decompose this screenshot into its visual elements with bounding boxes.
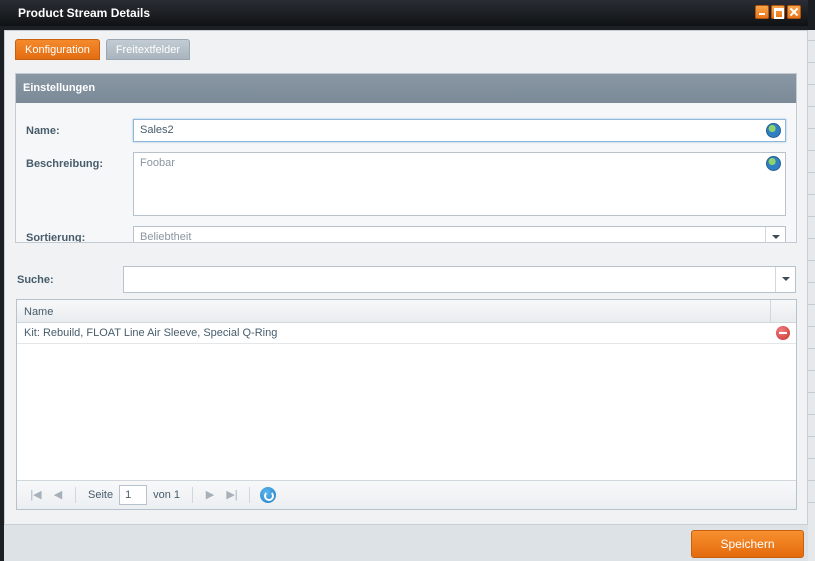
name-value: Sales2	[140, 124, 174, 136]
toolbar-separator	[249, 487, 250, 503]
background-top	[808, 0, 815, 30]
chevron-down-icon[interactable]	[775, 267, 795, 292]
pagination-toolbar: |◀ ◀ Seite 1 von 1 ▶ ▶|	[17, 480, 796, 509]
settings-fieldset: Einstellungen Name: Sales2 Beschreibung:…	[15, 73, 797, 243]
window-title: Product Stream Details	[18, 6, 151, 20]
globe-icon[interactable]	[766, 156, 781, 171]
window-footer: Speichern	[4, 524, 808, 561]
refresh-icon[interactable]	[260, 487, 276, 503]
window-controls	[755, 5, 801, 19]
maximize-button[interactable]	[771, 5, 785, 19]
window-content: Konfiguration Freitextfelder Einstellung…	[4, 30, 808, 561]
sort-value: Beliebtheit	[140, 231, 192, 243]
column-divider	[770, 300, 771, 323]
toolbar-separator	[192, 487, 193, 503]
background-panel	[808, 0, 815, 561]
chevron-down-icon[interactable]	[765, 227, 785, 242]
toolbar-separator	[75, 487, 76, 503]
save-button[interactable]: Speichern	[691, 530, 804, 558]
row-name: Kit: Rebuild, FLOAT Line Air Sleeve, Spe…	[24, 327, 278, 339]
minimize-button[interactable]	[755, 5, 769, 19]
description-label: Beschreibung:	[26, 158, 104, 170]
tab-bar: Konfiguration Freitextfelder	[15, 39, 191, 60]
name-field[interactable]: Sales2	[133, 119, 786, 142]
name-label: Name:	[26, 125, 60, 137]
column-header-name[interactable]: Name	[24, 306, 53, 318]
last-page-icon[interactable]: ▶|	[221, 486, 243, 504]
first-page-icon[interactable]: |◀	[25, 486, 47, 504]
description-field[interactable]: Foobar	[133, 152, 786, 216]
table-row[interactable]: Kit: Rebuild, FLOAT Line Air Sleeve, Spe…	[17, 323, 796, 344]
page-number-input[interactable]: 1	[119, 485, 148, 505]
previous-page-icon[interactable]: ◀	[47, 486, 69, 504]
page-total-label: von 1	[153, 489, 180, 501]
grid-header: Name	[17, 300, 796, 323]
product-stream-window: Product Stream Details Konfiguration Fre…	[0, 0, 808, 561]
sort-label: Sortierung:	[26, 232, 86, 243]
product-grid: Name Kit: Rebuild, FLOAT Line Air Sleeve…	[16, 299, 797, 510]
close-button[interactable]	[787, 5, 801, 19]
search-label: Suche:	[17, 274, 54, 286]
search-input[interactable]	[123, 266, 796, 293]
settings-header: Einstellungen	[16, 74, 796, 103]
globe-icon[interactable]	[766, 123, 781, 138]
delete-icon[interactable]	[776, 326, 790, 340]
page-label: Seite	[88, 489, 114, 501]
tab-konfiguration[interactable]: Konfiguration	[15, 39, 100, 60]
tab-freitextfelder[interactable]: Freitextfelder	[105, 39, 191, 60]
page-number-value: 1	[125, 489, 132, 501]
next-page-icon[interactable]: ▶	[199, 486, 221, 504]
description-value: Foobar	[140, 157, 175, 169]
title-bar[interactable]: Product Stream Details	[0, 0, 808, 26]
sort-select[interactable]: Beliebtheit	[133, 226, 786, 243]
